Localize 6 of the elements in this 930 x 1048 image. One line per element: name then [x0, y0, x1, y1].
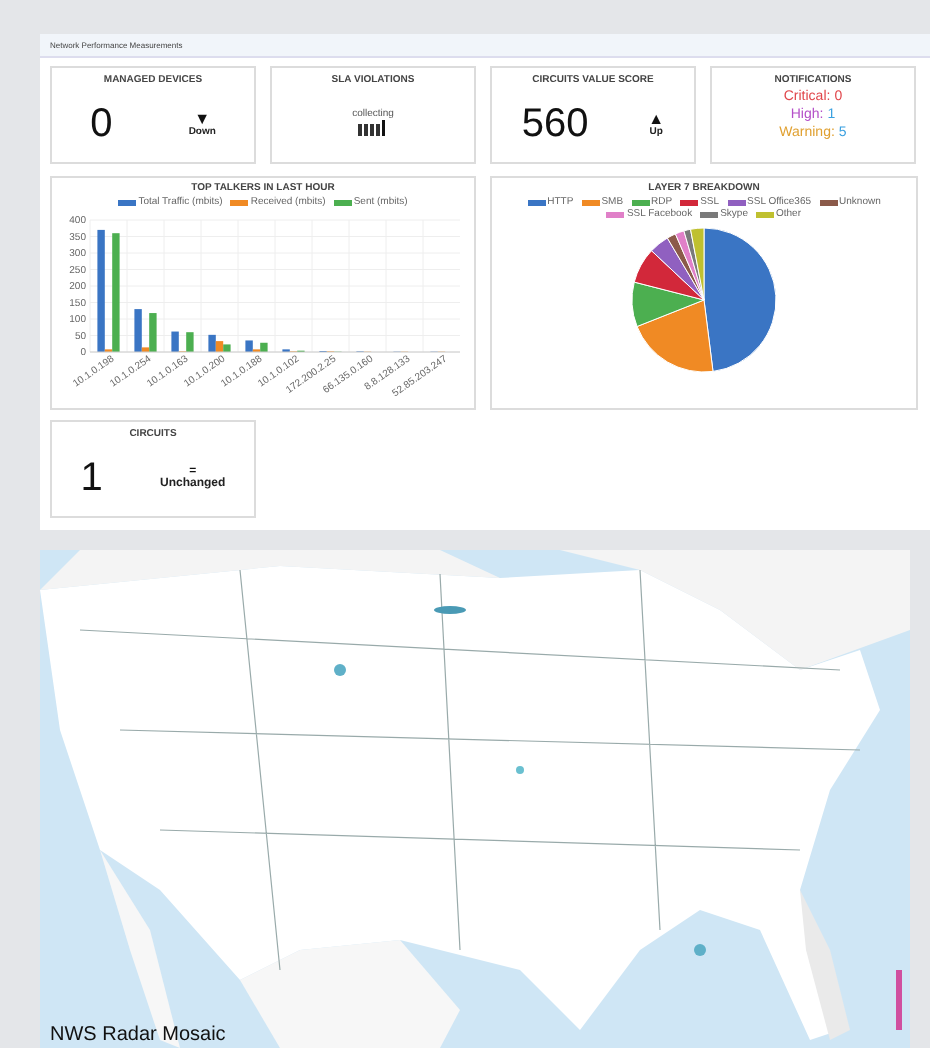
trend-arrow-icon: ▲ [648, 111, 665, 127]
stat-value: 560 [521, 100, 589, 150]
map-caption: NWS Radar Mosaic [50, 1026, 226, 1046]
stat-value: 1 [80, 454, 103, 504]
stat-value: 0 [90, 100, 113, 150]
trend-arrow-icon: ▼ [194, 111, 211, 127]
